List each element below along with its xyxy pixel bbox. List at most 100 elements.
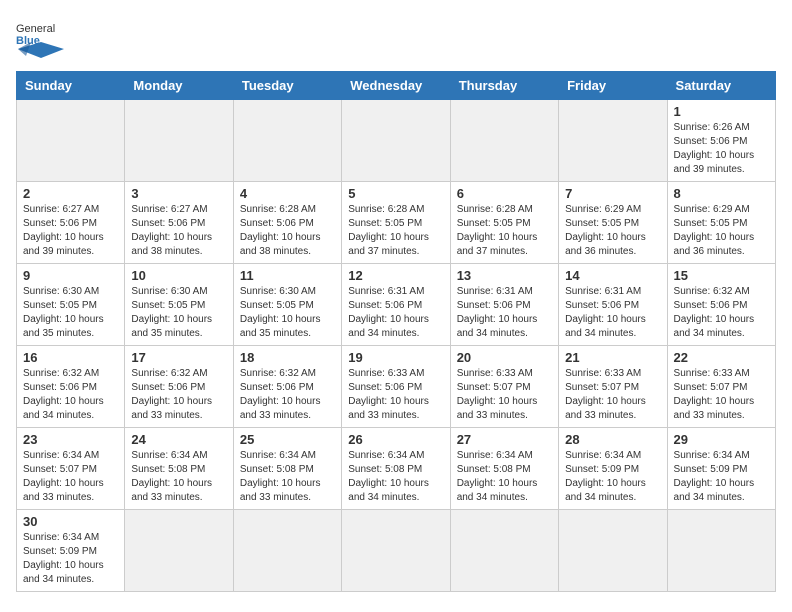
day-number: 24 [131, 432, 226, 447]
day-info: Sunrise: 6:34 AM Sunset: 5:09 PM Dayligh… [23, 531, 118, 587]
day-number: 1 [674, 104, 769, 119]
calendar-header-row: SundayMondayTuesdayWednesdayThursdayFrid… [17, 72, 776, 100]
calendar-cell: 30 Sunrise: 6:34 AM Sunset: 5:09 PM Dayli… [17, 510, 125, 592]
calendar-cell: 26 Sunrise: 6:34 AM Sunset: 5:08 PM Dayli… [342, 428, 450, 510]
day-number: 4 [240, 186, 335, 201]
calendar-cell [559, 510, 667, 592]
calendar-cell: 1Sunrise: 6:26 AM Sunset: 5:06 PM Daylig… [667, 100, 775, 182]
calendar-cell: 10 Sunrise: 6:30 AM Sunset: 5:05 PM Dayli… [125, 264, 233, 346]
day-info: Sunrise: 6:33 AM Sunset: 5:07 PM Dayligh… [674, 367, 769, 423]
day-info: Sunrise: 6:34 AM Sunset: 5:08 PM Dayligh… [240, 449, 335, 505]
day-info: Sunrise: 6:29 AM Sunset: 5:05 PM Dayligh… [565, 203, 660, 259]
day-of-week-header: Saturday [667, 72, 775, 100]
calendar-cell: 11 Sunrise: 6:30 AM Sunset: 5:05 PM Dayli… [233, 264, 341, 346]
calendar-cell [342, 100, 450, 182]
calendar-week-row: 1Sunrise: 6:26 AM Sunset: 5:06 PM Daylig… [17, 100, 776, 182]
day-number: 5 [348, 186, 443, 201]
calendar-cell: 29 Sunrise: 6:34 AM Sunset: 5:09 PM Dayli… [667, 428, 775, 510]
day-info: Sunrise: 6:34 AM Sunset: 5:08 PM Dayligh… [131, 449, 226, 505]
day-number: 6 [457, 186, 552, 201]
day-number: 28 [565, 432, 660, 447]
calendar-cell: 7 Sunrise: 6:29 AM Sunset: 5:05 PM Daylig… [559, 182, 667, 264]
calendar-cell: 23 Sunrise: 6:34 AM Sunset: 5:07 PM Dayli… [17, 428, 125, 510]
calendar-week-row: 9 Sunrise: 6:30 AM Sunset: 5:05 PM Daylig… [17, 264, 776, 346]
day-info: Sunrise: 6:34 AM Sunset: 5:08 PM Dayligh… [348, 449, 443, 505]
calendar-cell: 4 Sunrise: 6:28 AM Sunset: 5:06 PM Daylig… [233, 182, 341, 264]
calendar-week-row: 23 Sunrise: 6:34 AM Sunset: 5:07 PM Dayli… [17, 428, 776, 510]
calendar-cell: 13 Sunrise: 6:31 AM Sunset: 5:06 PM Dayli… [450, 264, 558, 346]
day-of-week-header: Wednesday [342, 72, 450, 100]
day-number: 19 [348, 350, 443, 365]
day-number: 25 [240, 432, 335, 447]
calendar-cell [667, 510, 775, 592]
calendar-cell: 9 Sunrise: 6:30 AM Sunset: 5:05 PM Daylig… [17, 264, 125, 346]
calendar-cell [450, 510, 558, 592]
day-number: 12 [348, 268, 443, 283]
day-info: Sunrise: 6:33 AM Sunset: 5:07 PM Dayligh… [565, 367, 660, 423]
day-number: 26 [348, 432, 443, 447]
calendar-cell [559, 100, 667, 182]
day-info: Sunrise: 6:31 AM Sunset: 5:06 PM Dayligh… [565, 285, 660, 341]
day-number: 30 [23, 514, 118, 529]
day-number: 18 [240, 350, 335, 365]
calendar-cell: 27 Sunrise: 6:34 AM Sunset: 5:08 PM Dayli… [450, 428, 558, 510]
calendar-cell: 22 Sunrise: 6:33 AM Sunset: 5:07 PM Dayli… [667, 346, 775, 428]
calendar-cell: 15Sunrise: 6:32 AM Sunset: 5:06 PM Dayli… [667, 264, 775, 346]
day-number: 7 [565, 186, 660, 201]
day-number: 13 [457, 268, 552, 283]
calendar-cell: 24 Sunrise: 6:34 AM Sunset: 5:08 PM Dayli… [125, 428, 233, 510]
day-info: Sunrise: 6:27 AM Sunset: 5:06 PM Dayligh… [23, 203, 118, 259]
calendar-cell: 18 Sunrise: 6:32 AM Sunset: 5:06 PM Dayli… [233, 346, 341, 428]
calendar-cell [17, 100, 125, 182]
day-of-week-header: Sunday [17, 72, 125, 100]
calendar-cell: 6 Sunrise: 6:28 AM Sunset: 5:05 PM Daylig… [450, 182, 558, 264]
general-blue-logo-icon: General Blue [16, 16, 66, 61]
day-info: Sunrise: 6:28 AM Sunset: 5:06 PM Dayligh… [240, 203, 335, 259]
day-number: 11 [240, 268, 335, 283]
day-info: Sunrise: 6:30 AM Sunset: 5:05 PM Dayligh… [23, 285, 118, 341]
calendar-cell: 2Sunrise: 6:27 AM Sunset: 5:06 PM Daylig… [17, 182, 125, 264]
day-number: 21 [565, 350, 660, 365]
calendar-cell: 28 Sunrise: 6:34 AM Sunset: 5:09 PM Dayli… [559, 428, 667, 510]
calendar-week-row: 16Sunrise: 6:32 AM Sunset: 5:06 PM Dayli… [17, 346, 776, 428]
calendar-cell: 3Sunrise: 6:27 AM Sunset: 5:06 PM Daylig… [125, 182, 233, 264]
calendar-cell [125, 510, 233, 592]
day-info: Sunrise: 6:31 AM Sunset: 5:06 PM Dayligh… [457, 285, 552, 341]
day-info: Sunrise: 6:28 AM Sunset: 5:05 PM Dayligh… [457, 203, 552, 259]
calendar-cell [233, 100, 341, 182]
calendar-cell [125, 100, 233, 182]
day-info: Sunrise: 6:33 AM Sunset: 5:06 PM Dayligh… [348, 367, 443, 423]
day-number: 29 [674, 432, 769, 447]
day-number: 10 [131, 268, 226, 283]
header: General Blue [16, 16, 776, 61]
day-number: 8 [674, 186, 769, 201]
calendar-cell: 14 Sunrise: 6:31 AM Sunset: 5:06 PM Dayli… [559, 264, 667, 346]
day-number: 3 [131, 186, 226, 201]
day-number: 17 [131, 350, 226, 365]
day-info: Sunrise: 6:34 AM Sunset: 5:09 PM Dayligh… [674, 449, 769, 505]
day-info: Sunrise: 6:32 AM Sunset: 5:06 PM Dayligh… [240, 367, 335, 423]
day-info: Sunrise: 6:28 AM Sunset: 5:05 PM Dayligh… [348, 203, 443, 259]
day-number: 27 [457, 432, 552, 447]
day-info: Sunrise: 6:32 AM Sunset: 5:06 PM Dayligh… [23, 367, 118, 423]
calendar-cell: 5 Sunrise: 6:28 AM Sunset: 5:05 PM Daylig… [342, 182, 450, 264]
day-info: Sunrise: 6:34 AM Sunset: 5:07 PM Dayligh… [23, 449, 118, 505]
calendar-cell: 12Sunrise: 6:31 AM Sunset: 5:06 PM Dayli… [342, 264, 450, 346]
day-info: Sunrise: 6:33 AM Sunset: 5:07 PM Dayligh… [457, 367, 552, 423]
calendar-week-row: 30 Sunrise: 6:34 AM Sunset: 5:09 PM Dayli… [17, 510, 776, 592]
day-number: 20 [457, 350, 552, 365]
day-info: Sunrise: 6:34 AM Sunset: 5:08 PM Dayligh… [457, 449, 552, 505]
day-of-week-header: Thursday [450, 72, 558, 100]
day-number: 22 [674, 350, 769, 365]
day-info: Sunrise: 6:30 AM Sunset: 5:05 PM Dayligh… [131, 285, 226, 341]
day-info: Sunrise: 6:34 AM Sunset: 5:09 PM Dayligh… [565, 449, 660, 505]
calendar-table: SundayMondayTuesdayWednesdayThursdayFrid… [16, 71, 776, 592]
day-info: Sunrise: 6:29 AM Sunset: 5:05 PM Dayligh… [674, 203, 769, 259]
calendar-week-row: 2Sunrise: 6:27 AM Sunset: 5:06 PM Daylig… [17, 182, 776, 264]
day-info: Sunrise: 6:30 AM Sunset: 5:05 PM Dayligh… [240, 285, 335, 341]
day-number: 15 [674, 268, 769, 283]
day-number: 14 [565, 268, 660, 283]
day-number: 23 [23, 432, 118, 447]
calendar-cell: 20 Sunrise: 6:33 AM Sunset: 5:07 PM Dayli… [450, 346, 558, 428]
day-number: 9 [23, 268, 118, 283]
